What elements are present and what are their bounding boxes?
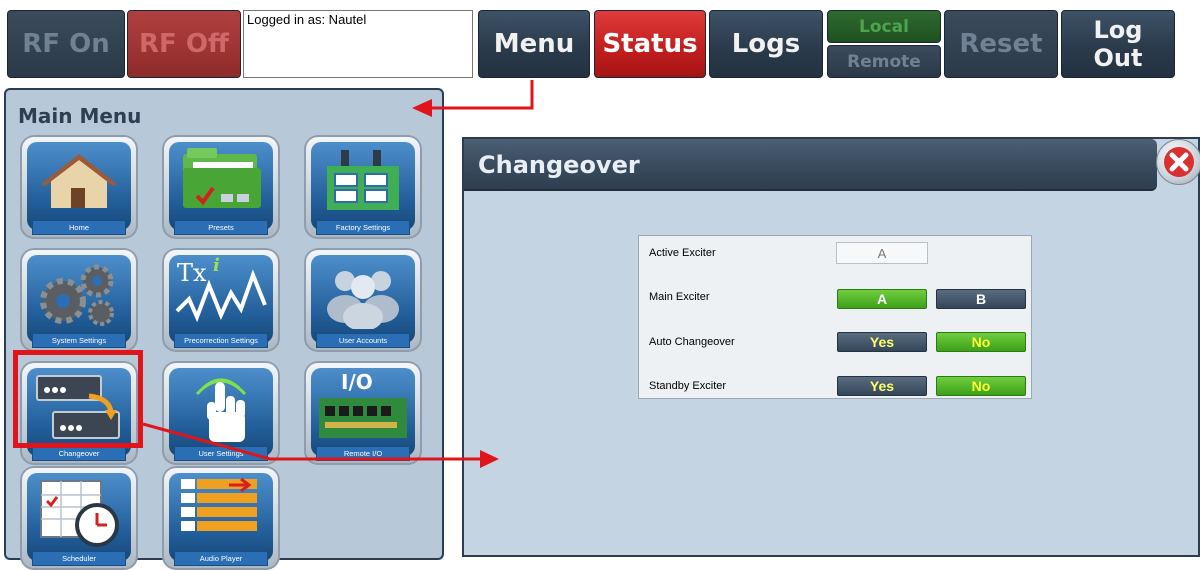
main-exciter-a-button[interactable]: A [837,289,927,309]
user-settings-tile-image [169,368,273,456]
factory-settings-tile-image [311,142,415,230]
touch-hand-icon [195,378,247,442]
active-exciter-value: A [836,242,928,264]
logged-in-indicator: Logged in as: Nautel [243,10,473,78]
auto-changeover-no-button[interactable]: No [936,332,1026,352]
changeover-header: Changeover [464,139,1157,191]
scheduler-tile-label: Scheduler [32,551,126,566]
user-accounts-tile-image [311,255,415,343]
audio-player-tile-image [169,473,273,561]
changeover-tile[interactable]: Changeover [20,361,138,465]
user-settings-tile[interactable]: User Settings [162,361,280,465]
active-exciter-label: Active Exciter [649,247,716,259]
home-tile[interactable]: Home [20,135,138,239]
menu-arrow-line [432,80,534,110]
local-label: Local [859,16,909,37]
local-button[interactable]: Local [827,10,941,43]
standby-exciter-yes-button[interactable]: Yes [837,376,927,396]
remote-io-tile[interactable]: I/O Remote I/O [304,361,422,465]
playlist-icon [181,477,257,531]
reset-label: Reset [959,29,1043,59]
folder-icon [183,148,261,208]
main-exciter-b-button[interactable]: B [936,289,1026,309]
logout-button[interactable]: Log Out [1061,10,1175,78]
close-icon [1164,147,1194,177]
remote-button[interactable]: Remote [827,45,941,78]
main-exciter-label: Main Exciter [649,291,710,303]
precorrection-settings-tile[interactable]: Tx i Precorrection Settings [162,248,280,352]
presets-tile-image [169,142,273,230]
changeover-tile-image [27,368,131,456]
calendar-clock-icon [40,480,119,547]
rf-on-label: RF On [22,29,110,59]
logs-button[interactable]: Logs [709,10,823,78]
scheduler-tile[interactable]: Scheduler [20,466,138,570]
changeover-icon [36,375,120,439]
logout-label-line1: Log [1093,16,1143,44]
main-menu-title: Main Menu [18,104,142,128]
logs-label: Logs [731,29,801,59]
reset-button[interactable]: Reset [944,10,1058,78]
main-menu-panel: Main Menu Home Presets Factory Settings … [4,88,444,570]
auto-changeover-label: Auto Changeover [649,336,735,348]
auto-changeover-yes-button[interactable]: Yes [837,332,927,352]
standby-exciter-yes-label: Yes [869,378,895,394]
system-settings-tile[interactable]: System Settings [20,248,138,352]
factory-settings-tile[interactable]: Factory Settings [304,135,422,239]
home-tile-label: Home [32,220,126,235]
auto-changeover-no-label: No [971,334,991,350]
close-button[interactable] [1156,139,1200,185]
main-exciter-a-label: A [876,291,888,307]
status-label: Status [602,29,698,59]
user-settings-tile-label: User Settings [174,446,268,461]
menu-label: Menu [493,29,575,59]
precorrection-settings-tile-image: Tx i [169,255,273,343]
changeover-title: Changeover [478,151,640,179]
remote-io-tile-image: I/O [311,368,415,456]
io-board-icon [319,398,407,438]
changeover-settings-table: Active Exciter A Main Exciter A B Auto C… [638,235,1032,399]
system-settings-tile-image [27,255,131,343]
factory-settings-tile-label: Factory Settings [316,220,410,235]
factory-icon [327,150,399,210]
standby-exciter-label: Standby Exciter [649,380,727,392]
standby-exciter-no-label: No [971,378,991,394]
scheduler-tile-image [27,473,131,561]
menu-button[interactable]: Menu [478,10,590,78]
audio-player-tile-label: Audio Player [174,551,268,566]
status-button[interactable]: Status [594,10,706,78]
system-settings-tile-label: System Settings [32,333,126,348]
presets-tile-label: Presets [174,220,268,235]
presets-tile[interactable]: Presets [162,135,280,239]
rf-off-label: RF Off [139,29,229,59]
remote-label: Remote [847,51,921,72]
changeover-tile-label: Changeover [32,446,126,461]
main-exciter-b-label: B [975,291,987,307]
remote-io-tile-label: Remote I/O [316,446,410,461]
user-accounts-tile-label: User Accounts [316,333,410,348]
precorrection-settings-tile-label: Precorrection Settings [174,333,268,348]
home-icon [41,154,117,208]
txi-waveform-icon [175,269,267,323]
logout-label-line2: Out [1093,44,1143,72]
rf-off-button[interactable]: RF Off [127,10,241,78]
rf-on-button[interactable]: RF On [7,10,125,78]
gears-icon [40,264,114,326]
standby-exciter-no-button[interactable]: No [936,376,1026,396]
auto-changeover-yes-label: Yes [869,334,895,350]
home-tile-image [27,142,131,230]
user-accounts-tile[interactable]: User Accounts [304,248,422,352]
users-icon [327,271,399,329]
audio-player-tile[interactable]: Audio Player [162,466,280,570]
